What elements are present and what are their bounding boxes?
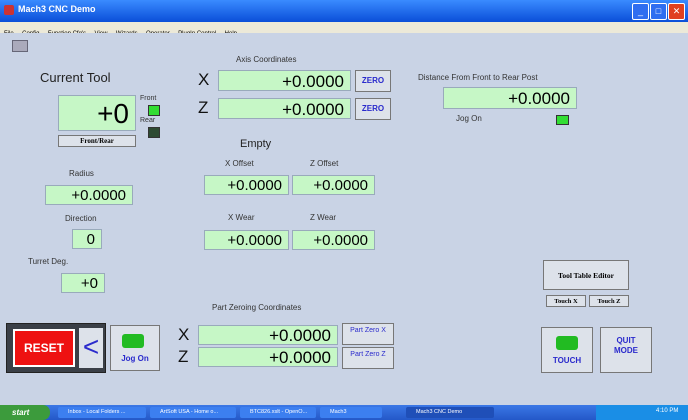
distance-title: Distance From Front to Rear Post [418, 73, 538, 82]
x-axis-label: X [198, 70, 210, 89]
x-wear-label: X Wear [228, 213, 255, 222]
part-z-label: Z [178, 347, 189, 366]
title-bar: Mach3 CNC Demo _ □ ✕ [0, 0, 688, 22]
part-x-label: X [178, 325, 190, 344]
z-wear-label: Z Wear [310, 213, 337, 222]
rear-label: Rear [140, 117, 156, 124]
z-axis-label: Z [198, 98, 209, 117]
x-offset-dro: +0.0000 [204, 175, 289, 195]
touch-toggle-icon [556, 336, 578, 350]
window-title: Mach3 CNC Demo [18, 4, 96, 14]
jog-toggle-icon [122, 334, 144, 348]
zero-z-button[interactable]: ZERO [355, 98, 391, 120]
task-inbox[interactable]: Inbox - Local Folders ... [58, 407, 146, 418]
reset-panel: RESET < [6, 323, 106, 373]
touch-button-label: TOUCH [552, 356, 582, 365]
part-zero-z-button[interactable]: Part Zero Z [342, 347, 394, 369]
jog-on-led-icon [556, 115, 569, 125]
z-offset-dro: +0.0000 [292, 175, 375, 195]
x-offset-label: X Offset [225, 159, 254, 168]
part-z-dro: +0.0000 [198, 347, 338, 367]
work-area: Current Tool +0 Front Rear Front/Rear Ax… [0, 33, 688, 405]
clock: 4:10 PM [656, 408, 679, 414]
task-artsoft[interactable]: ArtSoft USA - Home o... [150, 407, 236, 418]
touch-x-button[interactable]: Touch X [546, 295, 586, 307]
direction-dro: 0 [72, 229, 102, 249]
radius-dro: +0.0000 [45, 185, 133, 205]
z-offset-label: Z Offset [310, 159, 339, 168]
front-label: Front [140, 95, 157, 102]
app-icon [4, 5, 14, 15]
distance-dro: +0.0000 [443, 87, 577, 109]
direction-label: Direction [65, 214, 97, 223]
back-button[interactable]: < [79, 328, 103, 368]
jog-on-label: Jog On [456, 114, 482, 123]
menu-bar: File Config Function Cfg's View Wizards … [0, 22, 688, 37]
current-tool-title: Current Tool [40, 70, 111, 85]
part-zero-x-button[interactable]: Part Zero X [342, 323, 394, 345]
jog-on-button[interactable]: Jog On [110, 325, 160, 371]
part-zeroing-title: Part Zeroing Coordinates [212, 303, 302, 312]
current-tool-value: +0 [58, 95, 136, 131]
touch-z-button[interactable]: Touch Z [589, 295, 629, 307]
part-x-dro: +0.0000 [198, 325, 338, 345]
x-axis-dro: +0.0000 [218, 70, 351, 91]
rear-led-icon [148, 127, 160, 138]
tool-description: Empty [240, 138, 272, 150]
touch-button[interactable]: TOUCH [541, 327, 593, 373]
minimize-button[interactable]: _ [632, 3, 649, 20]
x-wear-dro: +0.0000 [204, 230, 289, 250]
task-btc826[interactable]: BTC826.xslt - OpenO... [240, 407, 316, 418]
jog-on-button-label: Jog On [121, 354, 149, 363]
front-led-icon [148, 105, 160, 116]
screen-icon[interactable] [12, 40, 28, 52]
taskbar: start Inbox - Local Folders ... ArtSoft … [0, 405, 688, 420]
task-mach3-folder[interactable]: Mach3 [320, 407, 382, 418]
zero-x-button[interactable]: ZERO [355, 70, 391, 92]
start-button[interactable]: start [0, 405, 50, 420]
system-tray: 4:10 PM [596, 405, 688, 420]
turret-deg-label: Turret Deg. [28, 257, 69, 266]
quit-mode-button[interactable]: QUIT MODE [600, 327, 652, 373]
z-axis-dro: +0.0000 [218, 98, 351, 119]
axis-coordinates-title: Axis Coordinates [236, 55, 297, 64]
turret-deg-dro: +0 [61, 273, 105, 293]
close-button[interactable]: ✕ [668, 3, 685, 20]
radius-label: Radius [69, 169, 94, 178]
reset-button[interactable]: RESET [13, 329, 75, 367]
tool-table-editor-button[interactable]: Tool Table Editor [543, 260, 629, 290]
front-rear-button[interactable]: Front/Rear [58, 135, 136, 147]
task-mach3-cnc-demo[interactable]: Mach3 CNC Demo [406, 407, 494, 418]
maximize-button[interactable]: □ [650, 3, 667, 20]
z-wear-dro: +0.0000 [292, 230, 375, 250]
